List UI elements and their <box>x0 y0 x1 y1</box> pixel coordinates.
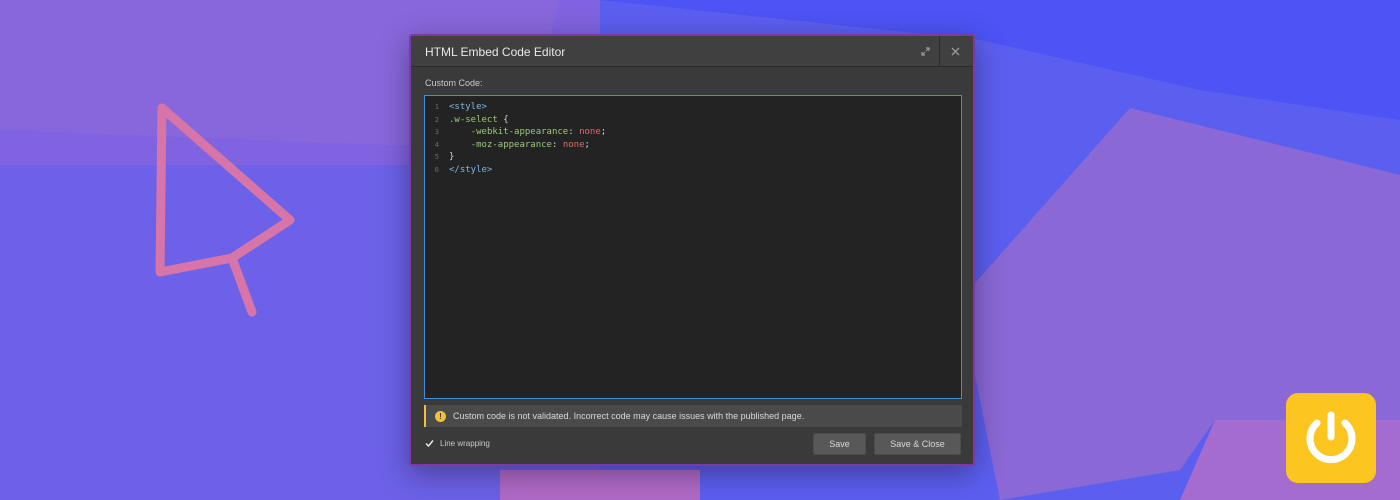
modal-header: HTML Embed Code Editor <box>411 36 973 67</box>
line-number: 3 <box>434 128 439 137</box>
code-line: 6 </style> <box>425 164 961 177</box>
code-token: -moz-appearance <box>470 139 552 150</box>
code-token: ; <box>600 127 607 138</box>
line-number: 6 <box>434 165 439 174</box>
save-button[interactable]: Save <box>813 433 866 455</box>
code-text: } <box>449 151 454 164</box>
warning-text: Custom code is not validated. Incorrect … <box>453 411 805 421</box>
code-text: </style> <box>449 164 492 177</box>
close-button[interactable] <box>939 36 971 67</box>
expand-button[interactable] <box>909 36 941 67</box>
code-text: .w-select { <box>449 114 509 127</box>
validation-warning: ! Custom code is not validated. Incorrec… <box>424 405 962 427</box>
code-token: -webkit-appearance <box>470 127 569 138</box>
code-line: 4 -moz-appearance: none; <box>425 139 961 152</box>
line-number: 1 <box>434 103 439 111</box>
code-token: : <box>568 127 580 138</box>
expand-icon <box>920 47 930 56</box>
power-icon <box>1306 411 1356 464</box>
custom-code-label: Custom Code: <box>425 78 483 88</box>
code-token: none <box>579 127 601 138</box>
line-wrapping-label: Line wrapping <box>440 439 490 448</box>
line-wrapping-checkbox[interactable] <box>425 439 434 448</box>
checkmark-icon <box>425 440 434 448</box>
code-token: } <box>449 152 455 163</box>
code-text: -moz-appearance: none; <box>449 139 590 152</box>
save-close-button[interactable]: Save & Close <box>874 433 961 455</box>
code-token: <style> <box>449 102 487 112</box>
code-line: 3 -webkit-appearance: none; <box>425 126 961 139</box>
embed-code-modal: HTML Embed Code Editor Custom Code: 1 <st… <box>409 34 975 466</box>
code-token: none <box>562 139 585 150</box>
info-icon: ! <box>435 410 446 422</box>
code-text: <style> <box>449 101 487 114</box>
power-badge <box>1286 393 1376 483</box>
line-number: 4 <box>434 140 439 149</box>
modal-title: HTML Embed Code Editor <box>425 45 566 59</box>
code-editor[interactable]: 1 <style> 2 .w-select {3 -webkit-appearance… <box>424 95 962 399</box>
code-text: -webkit-appearance: none; <box>449 126 607 139</box>
code-line: 5} <box>425 151 961 164</box>
code-token: </style> <box>449 164 493 175</box>
line-wrapping-option[interactable]: Line wrapping <box>425 439 490 448</box>
line-number: 2 <box>434 115 439 124</box>
code-token: .w-select <box>449 114 498 125</box>
code-line: 1 <style> <box>425 101 961 114</box>
code-token: : <box>551 139 563 150</box>
code-token: ; <box>584 139 590 150</box>
line-number: 5 <box>434 153 439 162</box>
close-icon <box>951 47 960 56</box>
code-token: { <box>497 114 509 125</box>
code-line: 2 .w-select { <box>425 114 961 127</box>
